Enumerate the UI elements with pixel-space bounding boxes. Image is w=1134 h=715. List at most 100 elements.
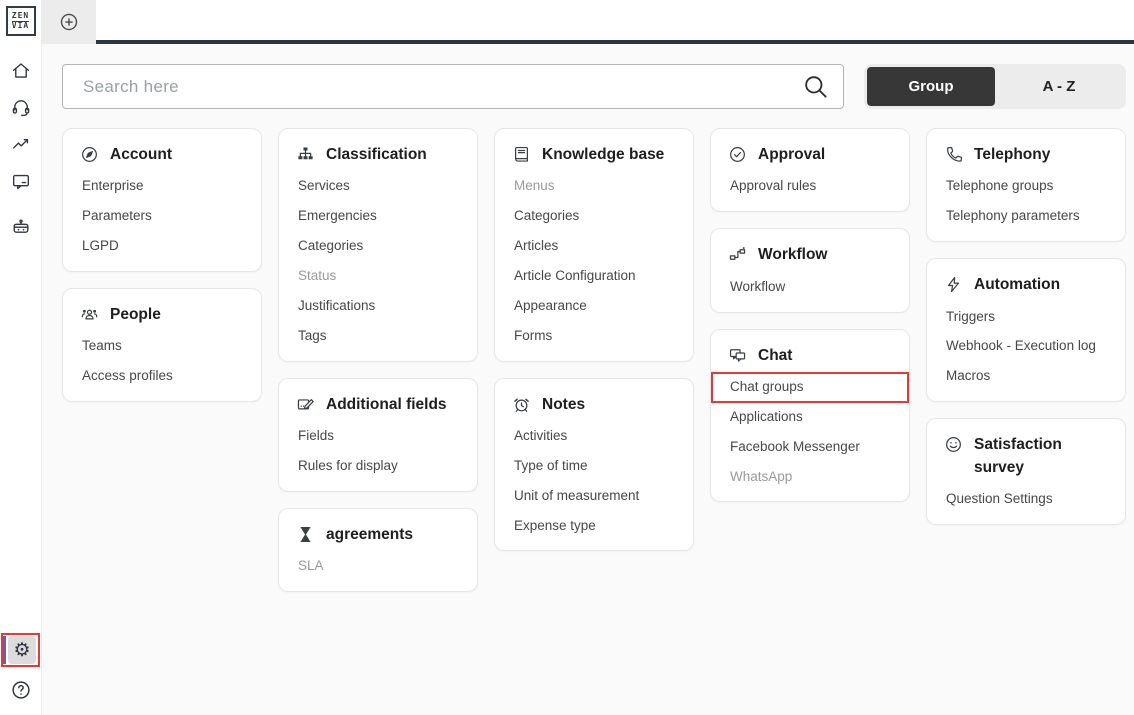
settings-cards: Account Enterprise Parameters LGPD People Tea…	[62, 128, 1126, 592]
settings-link-tags[interactable]: Tags	[298, 328, 327, 344]
card-item-list: SLA	[296, 558, 460, 574]
settings-link-enterprise[interactable]: Enterprise	[82, 179, 144, 194]
settings-link-rules-for-display[interactable]: Rules for display	[298, 458, 398, 474]
settings-link-telephony-parameters[interactable]: Telephony parameters	[946, 208, 1080, 224]
card-column-1: Account Enterprise Parameters LGPD People Tea…	[62, 128, 262, 403]
search-input[interactable]	[81, 75, 802, 98]
card-item-list: Services Emergencies Categories Status Justi…	[296, 179, 460, 343]
settings-link-triggers[interactable]: Triggers	[946, 309, 995, 325]
card-title: Additional fields	[296, 394, 460, 416]
settings-link-facebook-messenger[interactable]: Facebook Messenger	[730, 439, 860, 455]
search-box	[62, 64, 844, 109]
left-sidebar: ZEN VIA ⚙	[0, 0, 42, 715]
check-circle-icon	[728, 145, 747, 164]
card-title: Classification	[296, 144, 460, 166]
search-icon[interactable]	[802, 73, 829, 100]
card-chat: Chat Chat groups Applications Facebook Mess…	[710, 328, 910, 503]
book-icon	[512, 145, 531, 164]
settings-link-whatsapp[interactable]: WhatsApp	[730, 469, 792, 485]
settings-gear-icon[interactable]: ⚙	[8, 636, 36, 664]
card-title-label: Account	[110, 146, 172, 163]
active-indicator	[3, 636, 6, 664]
card-title: People	[80, 304, 244, 326]
chat-bubble-icon[interactable]	[5, 167, 37, 197]
card-title-label: agreements	[326, 525, 414, 543]
trend-chart-icon[interactable]	[5, 130, 37, 160]
workflow-icon	[728, 245, 747, 264]
people-icon	[80, 305, 99, 324]
card-title-label: Satisfaction survey	[974, 436, 1062, 476]
settings-link-macros[interactable]: Macros	[946, 368, 990, 384]
help-icon[interactable]	[6, 675, 36, 705]
new-tab-button[interactable]	[42, 0, 96, 44]
settings-link-lgpd[interactable]: LGPD	[82, 238, 119, 254]
alarm-clock-icon	[512, 395, 531, 414]
card-title: Knowledge base	[512, 144, 676, 166]
settings-link-sla[interactable]: SLA	[298, 558, 324, 574]
card-title: Workflow	[728, 244, 892, 266]
lightning-icon	[944, 275, 963, 294]
headset-icon[interactable]	[5, 93, 37, 123]
card-classification: Classification Services Emergencies Categor…	[278, 128, 478, 362]
settings-link-expense-type[interactable]: Expense type	[514, 518, 596, 534]
settings-link-status[interactable]: Status	[298, 268, 336, 284]
hourglass-icon	[296, 525, 315, 544]
settings-link-menus[interactable]: Menus	[514, 179, 555, 194]
settings-link-workflow[interactable]: Workflow	[730, 279, 785, 295]
card-title: Account	[80, 144, 244, 166]
card-knowledge-base: Knowledge base Menus Categories Articles Art…	[494, 128, 694, 362]
chat-duo-icon	[728, 346, 747, 365]
settings-link-articles[interactable]: Articles	[514, 238, 558, 254]
sitemap-icon	[296, 145, 315, 164]
phone-icon	[944, 145, 963, 164]
card-satisfaction-survey: Satisfaction survey Question Settings	[926, 418, 1126, 525]
settings-link-parameters[interactable]: Parameters	[82, 208, 152, 224]
settings-link-webhook-execution-log[interactable]: Webhook - Execution log	[946, 339, 1096, 354]
settings-link-approval-rules[interactable]: Approval rules	[730, 179, 816, 194]
edit-field-icon	[296, 395, 315, 414]
card-title: Chat	[728, 345, 892, 367]
settings-link-activities[interactable]: Activities	[514, 428, 567, 444]
settings-link-categories[interactable]: Categories	[298, 238, 363, 254]
settings-annotation-box: ⚙	[1, 633, 40, 667]
view-toggle: Group A - Z	[864, 64, 1126, 109]
card-item-list: Question Settings	[944, 491, 1108, 507]
home-icon[interactable]	[5, 56, 37, 86]
settings-link-forms[interactable]: Forms	[514, 328, 552, 344]
card-title: Notes	[512, 394, 676, 416]
settings-link-justifications[interactable]: Justifications	[298, 298, 375, 314]
toggle-az-button[interactable]: A - Z	[995, 67, 1123, 106]
bot-icon[interactable]	[5, 212, 37, 242]
card-title-label: Telephony	[974, 146, 1051, 163]
card-title: Telephony	[944, 144, 1108, 166]
card-item-list: Chat groups Applications Facebook Messenge…	[711, 372, 908, 485]
toggle-group-button[interactable]: Group	[867, 67, 995, 106]
settings-link-article-configuration[interactable]: Article Configuration	[514, 268, 636, 284]
card-title-label: Notes	[542, 395, 586, 413]
app-window: ZEN VIA ⚙ Search here Group A - Z Accoun…	[0, 0, 1134, 715]
settings-link-fields[interactable]: Fields	[298, 428, 334, 444]
settings-link-unit-of-measurement[interactable]: Unit of measurement	[514, 488, 639, 504]
settings-link-access-profiles[interactable]: Access profiles	[82, 368, 173, 384]
card-additional-fields: Additional fields Fields Rules for display	[278, 377, 478, 492]
card-item-list: Activities Type of time Unit of measuremen…	[512, 428, 676, 534]
compass-icon	[80, 145, 99, 164]
card-title-label: Additional fields	[326, 395, 447, 413]
settings-link-emergencies[interactable]: Emergencies	[298, 208, 377, 224]
card-people: People Teams Access profiles	[62, 288, 262, 403]
sidebar-nav	[5, 56, 37, 242]
settings-link-categories[interactable]: Categories	[514, 208, 579, 224]
card-item-list: Workflow	[728, 279, 892, 295]
card-title-label: Approval	[758, 146, 826, 163]
settings-link-chat-groups[interactable]: Chat groups	[711, 372, 908, 403]
settings-link-services[interactable]: Services	[298, 179, 350, 194]
zenvia-logo[interactable]: ZEN VIA	[5, 6, 36, 36]
settings-link-teams[interactable]: Teams	[82, 339, 122, 354]
card-notes: Notes Activities Type of time Unit of measu…	[494, 377, 694, 552]
settings-link-question-settings[interactable]: Question Settings	[946, 491, 1053, 507]
settings-link-telephone-groups[interactable]: Telephone groups	[946, 179, 1053, 194]
card-title-label: People	[110, 306, 161, 323]
settings-link-appearance[interactable]: Appearance	[514, 298, 587, 314]
settings-link-applications[interactable]: Applications	[730, 409, 803, 425]
settings-link-type-of-time[interactable]: Type of time	[514, 458, 588, 474]
